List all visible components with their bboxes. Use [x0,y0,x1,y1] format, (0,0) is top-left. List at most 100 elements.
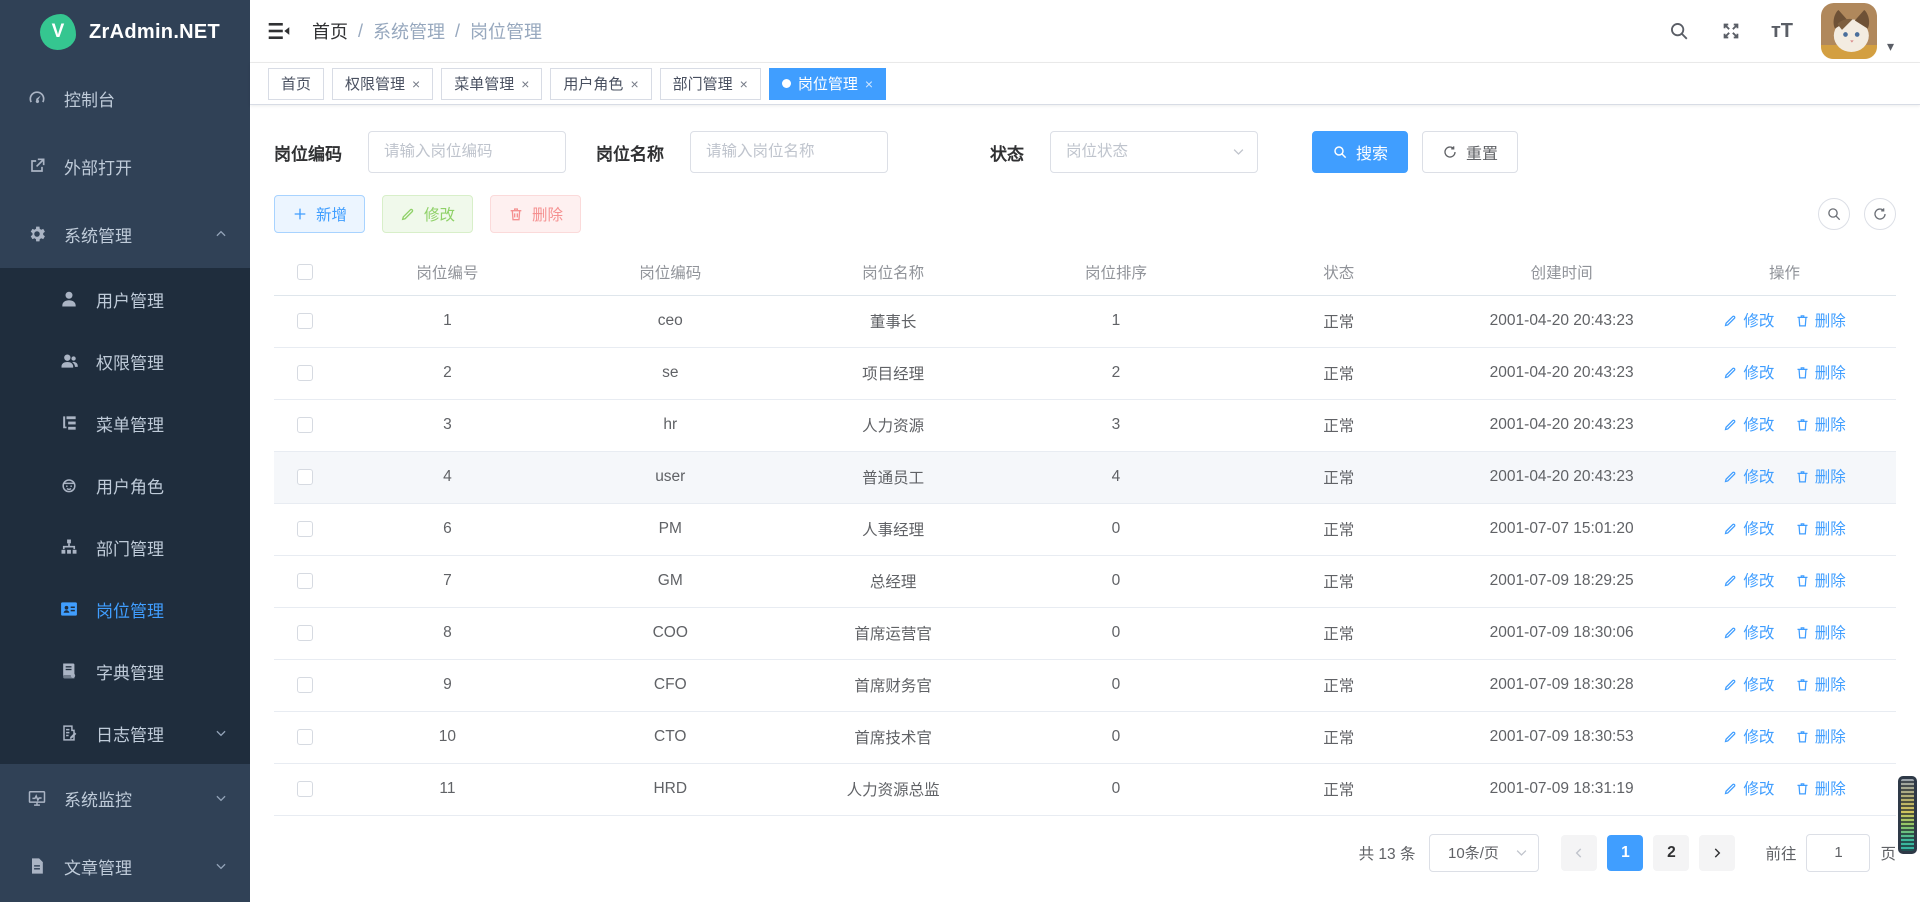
status-select-input[interactable] [1050,131,1258,173]
row-checkbox[interactable] [297,313,313,329]
table-row[interactable]: 7 GM 总经理 0 正常 2001-07-09 18:29:25 修改 删除 [274,555,1896,607]
row-delete-button[interactable]: 删除 [1795,413,1846,435]
table-row[interactable]: 10 CTO 首席技术官 0 正常 2001-07-09 18:30:53 修改… [274,711,1896,763]
row-checkbox[interactable] [297,573,313,589]
pagination: 共 13 条 12 前往 [274,834,1896,890]
scroll-progress-widget[interactable] [1898,776,1917,854]
sidebar-item-岗位管理[interactable]: 岗位管理 [0,578,250,640]
cell-status: 正常 [1227,347,1450,399]
app-logo[interactable]: V ZrAdmin.NET [0,0,250,64]
close-icon[interactable]: × [630,77,638,91]
post-name-input[interactable] [690,131,888,173]
row-checkbox[interactable] [297,677,313,693]
close-icon[interactable]: × [521,77,529,91]
row-edit-button[interactable]: 修改 [1723,673,1774,695]
cell-post-sort: 0 [1005,503,1228,555]
close-icon[interactable]: × [740,77,748,91]
fullscreen-icon[interactable] [1719,19,1743,43]
table-row[interactable]: 8 COO 首席运营官 0 正常 2001-07-09 18:30:06 修改 … [274,607,1896,659]
row-checkbox[interactable] [297,469,313,485]
table-row[interactable]: 9 CFO 首席财务官 0 正常 2001-07-09 18:30:28 修改 … [274,659,1896,711]
search-icon[interactable] [1667,19,1691,43]
tab-岗位管理[interactable]: 岗位管理 × [769,68,886,100]
font-size-icon[interactable]: ᴛT [1771,20,1793,43]
row-checkbox[interactable] [297,729,313,745]
cell-post-sort: 2 [1005,347,1228,399]
row-edit-button[interactable]: 修改 [1723,517,1774,539]
tab-部门管理[interactable]: 部门管理 × [660,68,761,100]
cell-post-id: 3 [336,399,559,451]
row-edit-button[interactable]: 修改 [1723,309,1774,331]
sidebar-item-外部打开[interactable]: 外部打开 [0,132,250,200]
table-row[interactable]: 6 PM 人事经理 0 正常 2001-07-07 15:01:20 修改 删除 [274,503,1896,555]
sidebar-item-日志管理[interactable]: 日志管理 [0,702,250,764]
table-row[interactable]: 4 user 普通员工 4 正常 2001-04-20 20:43:23 修改 … [274,451,1896,503]
row-delete-button[interactable]: 删除 [1795,309,1846,331]
sidebar-item-字典管理[interactable]: 字典管理 [0,640,250,702]
page-button-2[interactable]: 2 [1653,835,1689,871]
row-checkbox[interactable] [297,781,313,797]
table-row[interactable]: 11 HRD 人力资源总监 0 正常 2001-07-09 18:31:19 修… [274,763,1896,815]
sidebar-item-菜单管理[interactable]: 菜单管理 [0,392,250,454]
row-edit-button[interactable]: 修改 [1723,465,1774,487]
select-all-checkbox[interactable] [297,264,313,280]
row-checkbox[interactable] [297,365,313,381]
page-size-select[interactable] [1429,834,1539,872]
row-checkbox[interactable] [297,625,313,641]
sidebar-item-系统管理[interactable]: 系统管理 [0,200,250,268]
close-icon[interactable]: × [865,77,873,91]
table-row[interactable]: 1 ceo 董事长 1 正常 2001-04-20 20:43:23 修改 删除 [274,295,1896,347]
row-delete-button[interactable]: 删除 [1795,725,1846,747]
column-header: 状态 [1227,249,1450,295]
sidebar-item-系统监控[interactable]: 系统监控 [0,764,250,832]
sidebar-item-权限管理[interactable]: 权限管理 [0,330,250,392]
log-icon [58,722,80,744]
row-edit-button[interactable]: 修改 [1723,725,1774,747]
row-edit-button[interactable]: 修改 [1723,413,1774,435]
edit-button[interactable]: 修改 [382,195,473,233]
sidebar-item-部门管理[interactable]: 部门管理 [0,516,250,578]
row-delete-button[interactable]: 删除 [1795,777,1846,799]
row-edit-button[interactable]: 修改 [1723,361,1774,383]
post-code-input[interactable] [368,131,566,173]
row-delete-button[interactable]: 删除 [1795,621,1846,643]
goto-page-input[interactable] [1806,834,1870,872]
status-select[interactable] [1050,131,1258,173]
row-delete-button[interactable]: 删除 [1795,465,1846,487]
tab-权限管理[interactable]: 权限管理 × [332,68,433,100]
prev-page-button[interactable] [1561,835,1597,871]
reset-button[interactable]: 重置 [1422,131,1518,173]
robot-icon [58,474,80,496]
page-size-value[interactable] [1429,834,1539,872]
tab-菜单管理[interactable]: 菜单管理 × [441,68,542,100]
tab-首页[interactable]: 首页 [268,68,324,100]
table-row[interactable]: 3 hr 人力资源 3 正常 2001-04-20 20:43:23 修改 删除 [274,399,1896,451]
close-icon[interactable]: × [412,77,420,91]
row-delete-button[interactable]: 删除 [1795,361,1846,383]
row-edit-button[interactable]: 修改 [1723,569,1774,591]
search-button[interactable]: 搜索 [1312,131,1408,173]
tab-用户角色[interactable]: 用户角色 × [550,68,651,100]
page-button-1[interactable]: 1 [1607,835,1643,871]
row-edit-button[interactable]: 修改 [1723,621,1774,643]
sidebar-item-用户角色[interactable]: 用户角色 [0,454,250,516]
user-menu[interactable]: ▾ [1821,3,1894,59]
breadcrumb-item[interactable]: 首页 [312,18,348,44]
row-delete-button[interactable]: 删除 [1795,569,1846,591]
cell-post-code: user [559,451,782,503]
sidebar-toggle-icon[interactable] [266,18,292,44]
add-button[interactable]: 新增 [274,195,365,233]
sidebar-item-文章管理[interactable]: 文章管理 [0,832,250,900]
row-edit-button[interactable]: 修改 [1723,777,1774,799]
next-page-button[interactable] [1699,835,1735,871]
sidebar-item-控制台[interactable]: 控制台 [0,64,250,132]
row-checkbox[interactable] [297,521,313,537]
show-search-toggle-button[interactable] [1818,198,1850,230]
refresh-button[interactable] [1864,198,1896,230]
row-delete-button[interactable]: 删除 [1795,517,1846,539]
sidebar-item-用户管理[interactable]: 用户管理 [0,268,250,330]
row-delete-button[interactable]: 删除 [1795,673,1846,695]
table-row[interactable]: 2 se 项目经理 2 正常 2001-04-20 20:43:23 修改 删除 [274,347,1896,399]
delete-button[interactable]: 删除 [490,195,581,233]
row-checkbox[interactable] [297,417,313,433]
